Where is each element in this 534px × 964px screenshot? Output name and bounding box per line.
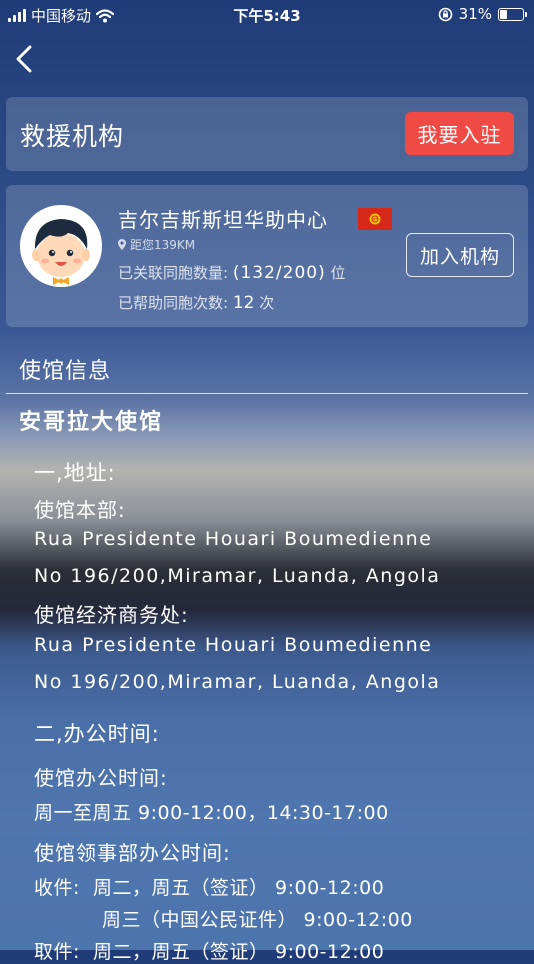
commerce-office-label: 使馆经济商务处: (34, 603, 189, 627)
embassy-hq-address-line1: Rua Presidente Houari Boumedienne (34, 528, 433, 550)
battery-level (500, 9, 507, 19)
embassy-name: 安哥拉大使馆 (19, 410, 164, 435)
helped-label: 已帮助同胞次数: (118, 294, 229, 312)
section-title-embassy-info: 使馆信息 (19, 359, 112, 384)
organization-name: 吉尔吉斯斯坦华助中心 (118, 208, 328, 232)
status-right: 31% (438, 5, 527, 23)
join-as-org-button[interactable]: 我要入驻 (405, 112, 514, 155)
embassy-hours-value: 周一至周五 9:00-12:00，14:30-17:00 (34, 802, 389, 824)
consular-pickup-visa: 取件: 周二，周五（签证） 9:00-12:00 (34, 941, 385, 963)
back-button[interactable] (10, 42, 38, 76)
commerce-office-address-line1: Rua Presidente Houari Boumedienne (34, 634, 433, 656)
linked-unit: 位 (330, 264, 346, 282)
status-bar: 中国移动 下午5:43 31% (0, 0, 534, 30)
helped-count: 12 (232, 293, 255, 313)
location-pin-icon (118, 239, 126, 250)
linked-count: (132/200) (232, 263, 326, 283)
linked-compatriots: 已关联同胞数量: (132/200) 位 (118, 262, 346, 283)
embassy-hours-label: 使馆办公时间: (34, 766, 168, 790)
chevron-left-icon (16, 45, 32, 73)
orientation-lock-icon (438, 7, 452, 21)
battery-percent: 31% (458, 5, 492, 23)
linked-label: 已关联同胞数量: (118, 264, 229, 282)
distance-info: 距您139KM (118, 236, 195, 253)
consular-receive-visa: 收件: 周二，周五（签证） 9:00-12:00 (34, 877, 385, 899)
page-title: 救援机构 (20, 122, 125, 151)
join-organization-button[interactable]: 加入机构 (406, 233, 514, 277)
distance-text: 距您139KM (130, 238, 196, 252)
flag-emblem-icon (369, 213, 381, 225)
consular-receive-citizen-docs: 周三（中国公民证件） 9:00-12:00 (102, 909, 413, 931)
organization-card[interactable]: 吉尔吉斯斯坦华助中心 距您139KM 已关联同胞数量: (132/200) 位 … (6, 185, 528, 327)
cartoon-boy-avatar-icon (20, 205, 102, 287)
address-heading: 一,地址: (34, 461, 116, 485)
avatar (20, 205, 102, 287)
helped-unit: 次 (259, 294, 275, 312)
consular-hours-label: 使馆领事部办公时间: (34, 841, 231, 865)
kyrgyzstan-flag-icon (358, 208, 392, 230)
office-hours-heading: 二,办公时间: (34, 722, 160, 746)
battery-icon (498, 7, 527, 21)
rescue-org-header: 救援机构 我要入驻 (6, 97, 528, 171)
section-divider (6, 393, 528, 394)
embassy-hq-address-line2: No 196/200,Miramar, Luanda, Angola (34, 565, 441, 587)
embassy-hq-label: 使馆本部: (34, 498, 126, 522)
helped-compatriots: 已帮助同胞次数: 12 次 (118, 292, 274, 313)
commerce-office-address-line2: No 196/200,Miramar, Luanda, Angola (34, 671, 441, 693)
